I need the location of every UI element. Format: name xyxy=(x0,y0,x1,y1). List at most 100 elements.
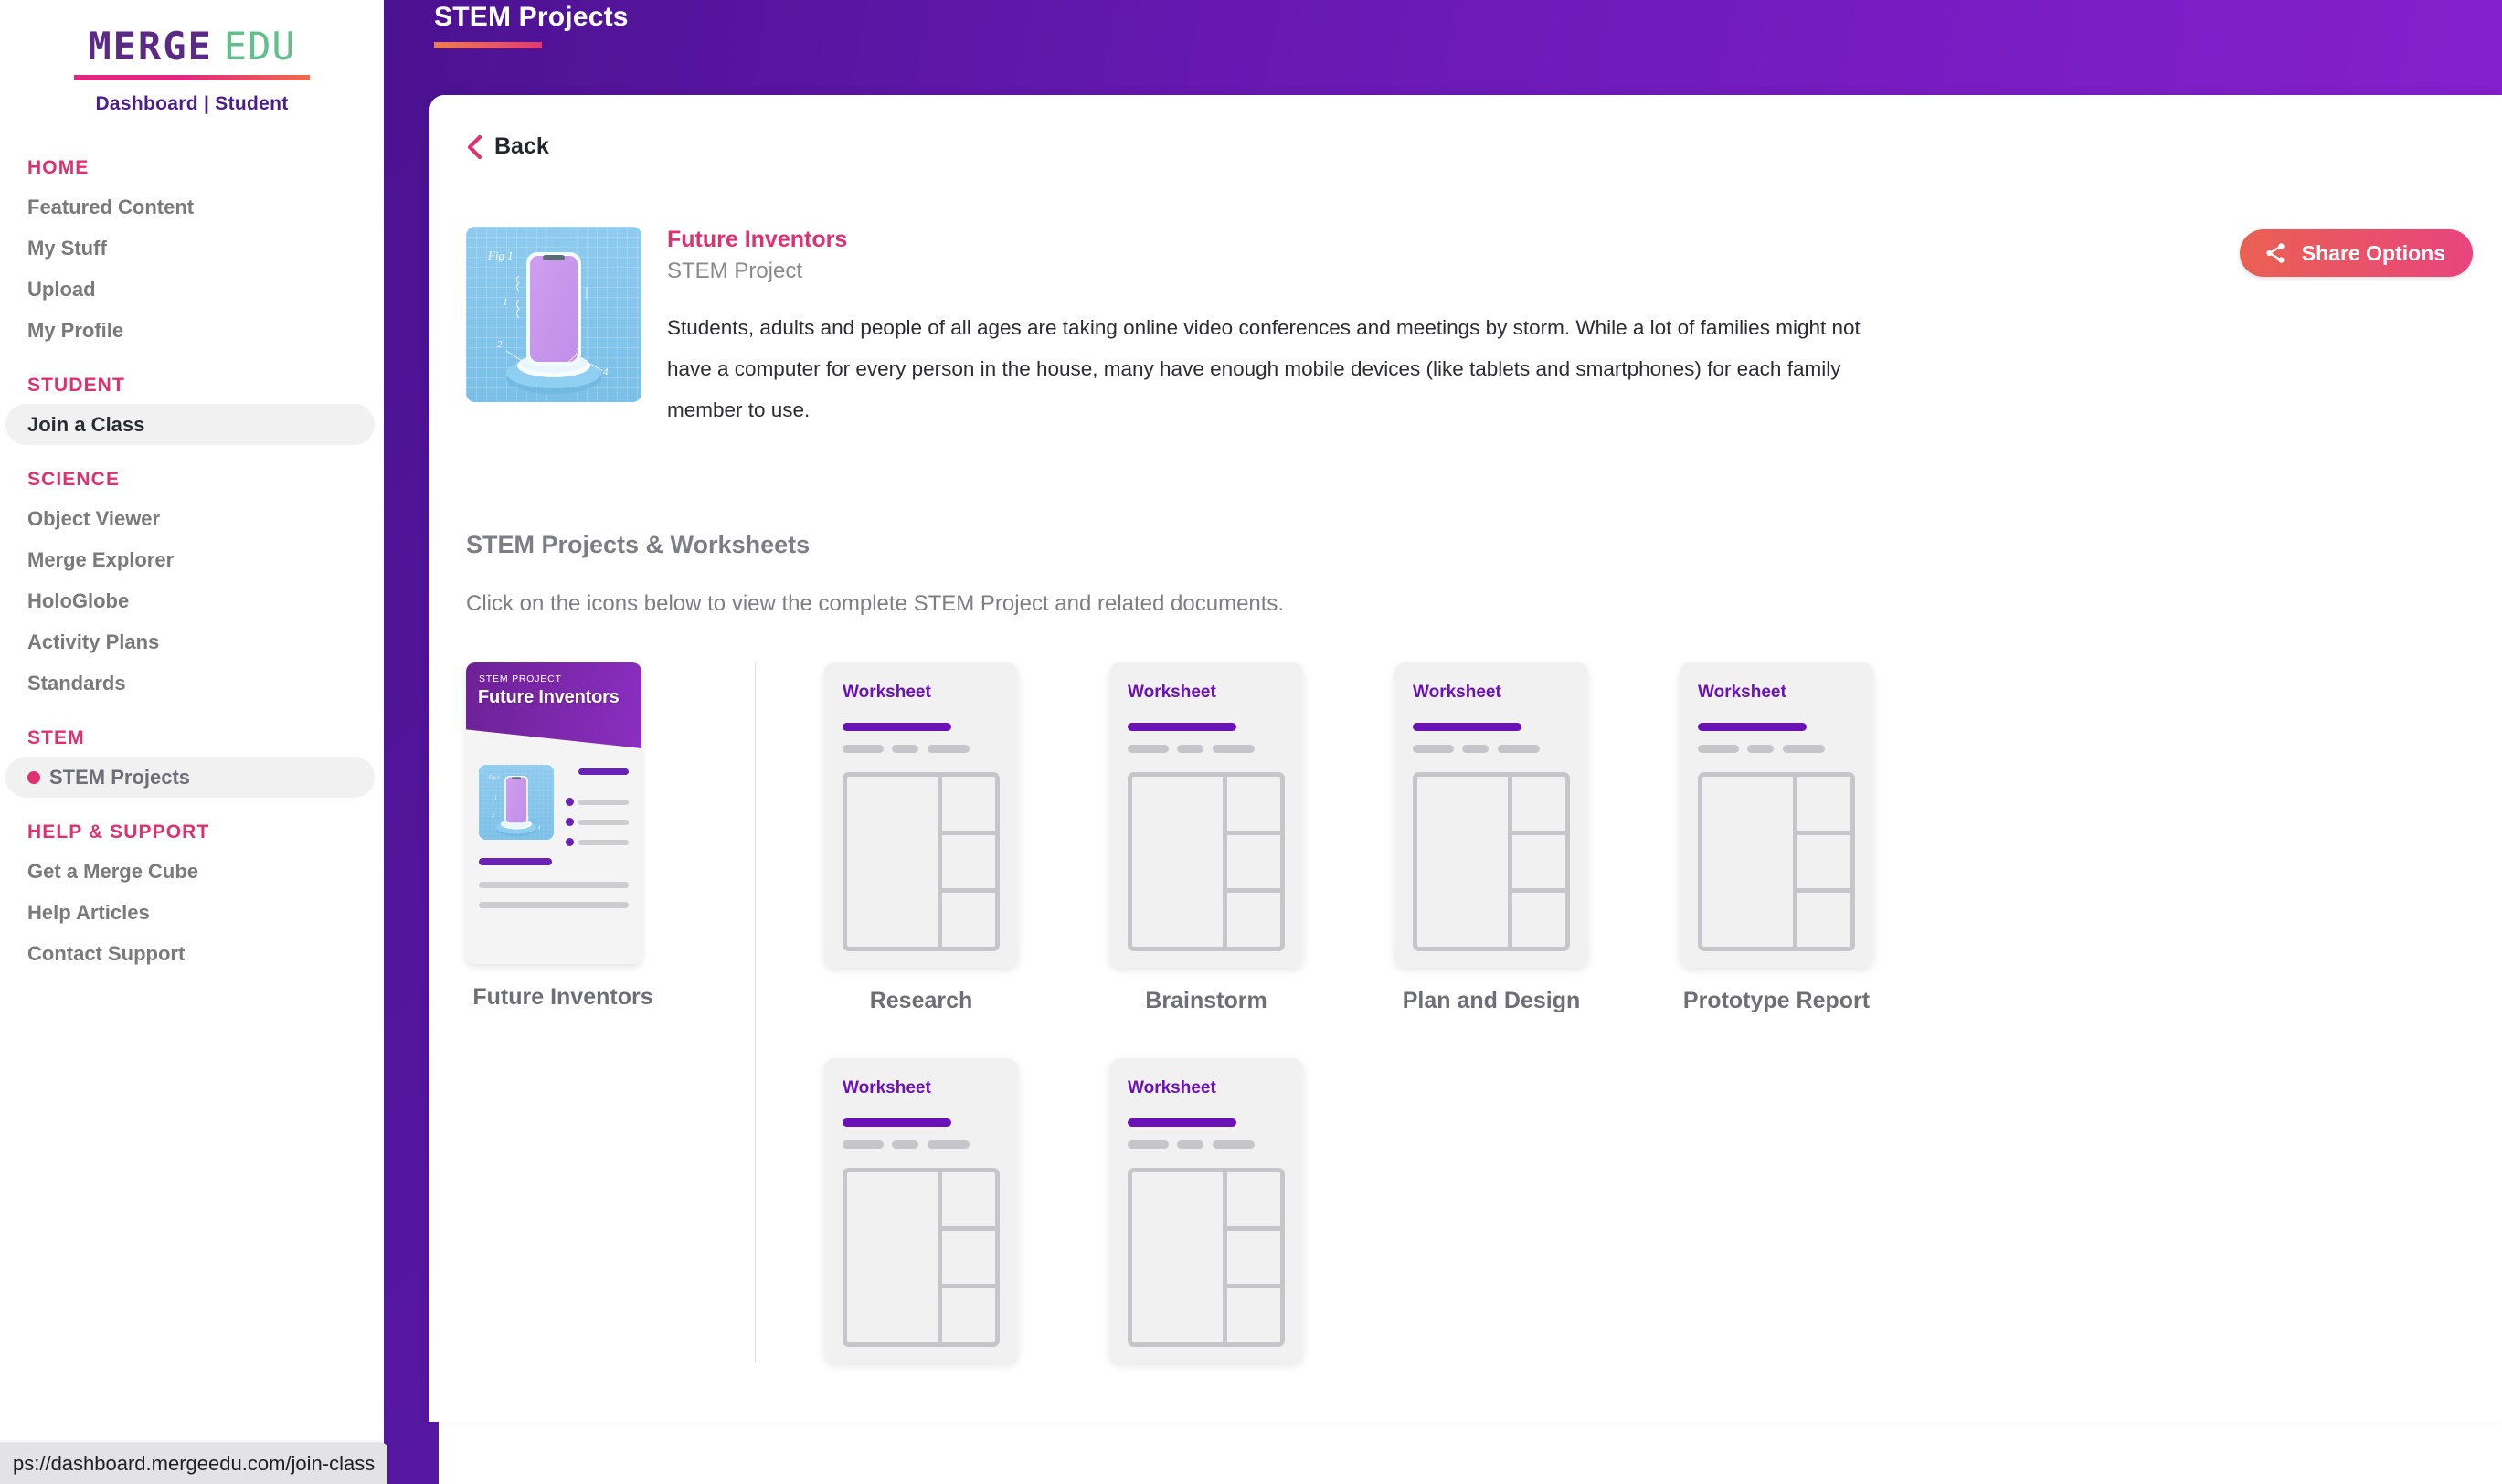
worksheet-dash xyxy=(1498,745,1540,753)
worksheet-card[interactable]: Worksheet xyxy=(1680,662,1873,968)
sidebar-item-label: Help Articles xyxy=(27,900,150,924)
worksheet-table-right-column xyxy=(942,1172,995,1342)
logo-secondary-text: EDU xyxy=(223,24,296,69)
worksheet-table-cell xyxy=(1227,777,1280,835)
stem-project-caption: Future Inventors xyxy=(472,984,653,1010)
back-button[interactable]: Back xyxy=(466,133,585,160)
worksheet-table-right-column xyxy=(1797,777,1850,947)
worksheet-table-cell xyxy=(942,1172,995,1231)
svg-text:3: 3 xyxy=(526,816,529,822)
sidebar-group-heading: STEM xyxy=(27,727,85,748)
page-title-underline xyxy=(434,42,542,48)
worksheet-dash xyxy=(1213,745,1255,753)
blueprint-phone-illustration: Fig 1 1 2 3 4 xyxy=(466,227,641,402)
worksheets-column: Worksheet Research Worksheet Brainstorm Work… xyxy=(824,662,2502,1363)
worksheet-table-left-cell xyxy=(1702,777,1797,947)
worksheet-dash xyxy=(1698,745,1739,753)
worksheet-title-bar xyxy=(1698,723,1807,731)
worksheet-card[interactable]: Worksheet xyxy=(1109,1058,1303,1363)
sidebar-item-join-a-class[interactable]: Join a Class xyxy=(5,404,375,445)
worksheet-kicker: Worksheet xyxy=(843,1078,931,1097)
worksheets-grid: Worksheet Research Worksheet Brainstorm Work… xyxy=(824,662,2502,1363)
worksheet-dash xyxy=(1747,745,1774,753)
worksheet-table-left-cell xyxy=(1417,777,1512,947)
worksheet-title-bar xyxy=(1413,723,1521,731)
sidebar-item-label: HoloGlobe xyxy=(27,588,130,612)
share-options-button[interactable]: Share Options xyxy=(2239,229,2473,277)
worksheet-card[interactable]: Worksheet xyxy=(1394,662,1588,968)
stem-card-bar-secondary xyxy=(479,858,552,865)
worksheet-dash xyxy=(1128,1140,1169,1149)
sidebar-item-label: Get a Merge Cube xyxy=(27,859,199,883)
worksheet-dash xyxy=(928,1140,970,1149)
sidebar-item-contact-support[interactable]: Contact Support xyxy=(5,933,375,974)
stem-card-line xyxy=(479,882,629,888)
worksheet-card[interactable]: Worksheet xyxy=(824,662,1018,968)
sidebar-nav: HOME Featured Content My Stuff Upload My Pro… xyxy=(0,157,384,974)
worksheet-title-bar xyxy=(1128,723,1236,731)
worksheet-cell: Worksheet Prototype Report xyxy=(1680,662,1873,1014)
svg-text:2: 2 xyxy=(493,813,495,819)
worksheet-title-bar xyxy=(843,1118,951,1127)
sidebar-item-my-stuff[interactable]: My Stuff xyxy=(5,228,375,269)
stem-project-card[interactable]: STEM PROJECT Future Inventors Fig 1 1 2 … xyxy=(466,662,641,964)
sidebar-item-activity-plans[interactable]: Activity Plans xyxy=(5,621,375,662)
worksheet-card[interactable]: Worksheet xyxy=(824,1058,1018,1363)
worksheet-kicker: Worksheet xyxy=(1128,683,1216,702)
worksheet-dash xyxy=(1177,745,1203,753)
stem-card-thumbnail: Fig 1 1 2 3 4 xyxy=(479,765,554,840)
svg-text:1: 1 xyxy=(494,796,497,801)
logo-subtitle: Dashboard | Student xyxy=(95,93,289,114)
worksheet-dash xyxy=(1783,745,1825,753)
share-options-label: Share Options xyxy=(2301,240,2445,265)
worksheet-dash xyxy=(1413,745,1454,753)
worksheet-table-placeholder xyxy=(1128,772,1285,951)
stem-card-bullet xyxy=(566,818,629,826)
worksheet-card[interactable]: Worksheet xyxy=(1109,662,1303,968)
worksheet-table-right-column xyxy=(1227,777,1280,947)
sidebar-item-upload[interactable]: Upload xyxy=(5,269,375,310)
sidebar-item-stem-projects[interactable]: STEM Projects xyxy=(5,757,375,798)
sidebar-group: STUDENT Join a Class xyxy=(0,375,384,445)
logo[interactable]: MERGE EDU Dashboard | Student xyxy=(0,0,384,115)
worksheet-table-left-cell xyxy=(847,777,942,947)
active-dot-icon xyxy=(27,770,40,784)
worksheet-kicker: Worksheet xyxy=(1128,1078,1216,1097)
project-thumbnail[interactable]: Fig 1 1 2 3 4 xyxy=(466,227,641,402)
worksheet-table-cell xyxy=(1227,1288,1280,1342)
worksheet-table-cell xyxy=(1227,1231,1280,1289)
page-header: STEM Projects xyxy=(384,0,2502,99)
worksheet-dash xyxy=(1128,745,1169,753)
sidebar-item-get-a-merge-cube[interactable]: Get a Merge Cube xyxy=(5,851,375,892)
sidebar-item-hologlobe[interactable]: HoloGlobe xyxy=(5,580,375,621)
worksheet-cell: Worksheet Research xyxy=(824,662,1018,1014)
sidebar-item-label: Contact Support xyxy=(27,941,186,965)
sidebar-item-label: My Profile xyxy=(27,318,124,342)
logo-underline xyxy=(74,75,310,80)
worksheet-table-right-column xyxy=(942,777,995,947)
section-description: Click on the icons below to view the com… xyxy=(466,591,1285,616)
worksheet-table-left-cell xyxy=(1132,777,1227,947)
sidebar-item-standards[interactable]: Standards xyxy=(5,662,375,704)
worksheet-dash xyxy=(843,1140,884,1149)
sidebar-item-object-viewer[interactable]: Object Viewer xyxy=(5,498,375,539)
worksheet-table-placeholder xyxy=(1128,1168,1285,1347)
sidebar-item-help-articles[interactable]: Help Articles xyxy=(5,892,375,933)
sidebar-item-my-profile[interactable]: My Profile xyxy=(5,310,375,351)
worksheet-table-cell xyxy=(1512,835,1565,894)
stem-project-cell: STEM PROJECT Future Inventors Fig 1 1 2 … xyxy=(466,662,660,1011)
sidebar-group: HOME Featured Content My Stuff Upload My Pro… xyxy=(0,157,384,351)
worksheet-cell: Worksheet xyxy=(824,1058,1018,1363)
worksheet-title-bar xyxy=(1128,1118,1236,1127)
sidebar-item-merge-explorer[interactable]: Merge Explorer xyxy=(5,539,375,580)
worksheet-table-placeholder xyxy=(843,1168,1000,1347)
worksheet-table-right-column xyxy=(1512,777,1565,947)
worksheet-dash xyxy=(892,1140,918,1149)
logo-primary-text: MERGE xyxy=(88,24,213,69)
share-icon xyxy=(2266,243,2285,263)
project-detail: Fig 1 1 2 3 4 Future Inventors STEM Proj… xyxy=(466,227,2502,430)
sidebar-item-label: Featured Content xyxy=(27,195,195,218)
worksheet-caption: Plan and Design xyxy=(1402,988,1581,1013)
project-description: Students, adults and people of all ages … xyxy=(667,316,1861,421)
sidebar-item-featured-content[interactable]: Featured Content xyxy=(5,186,375,228)
